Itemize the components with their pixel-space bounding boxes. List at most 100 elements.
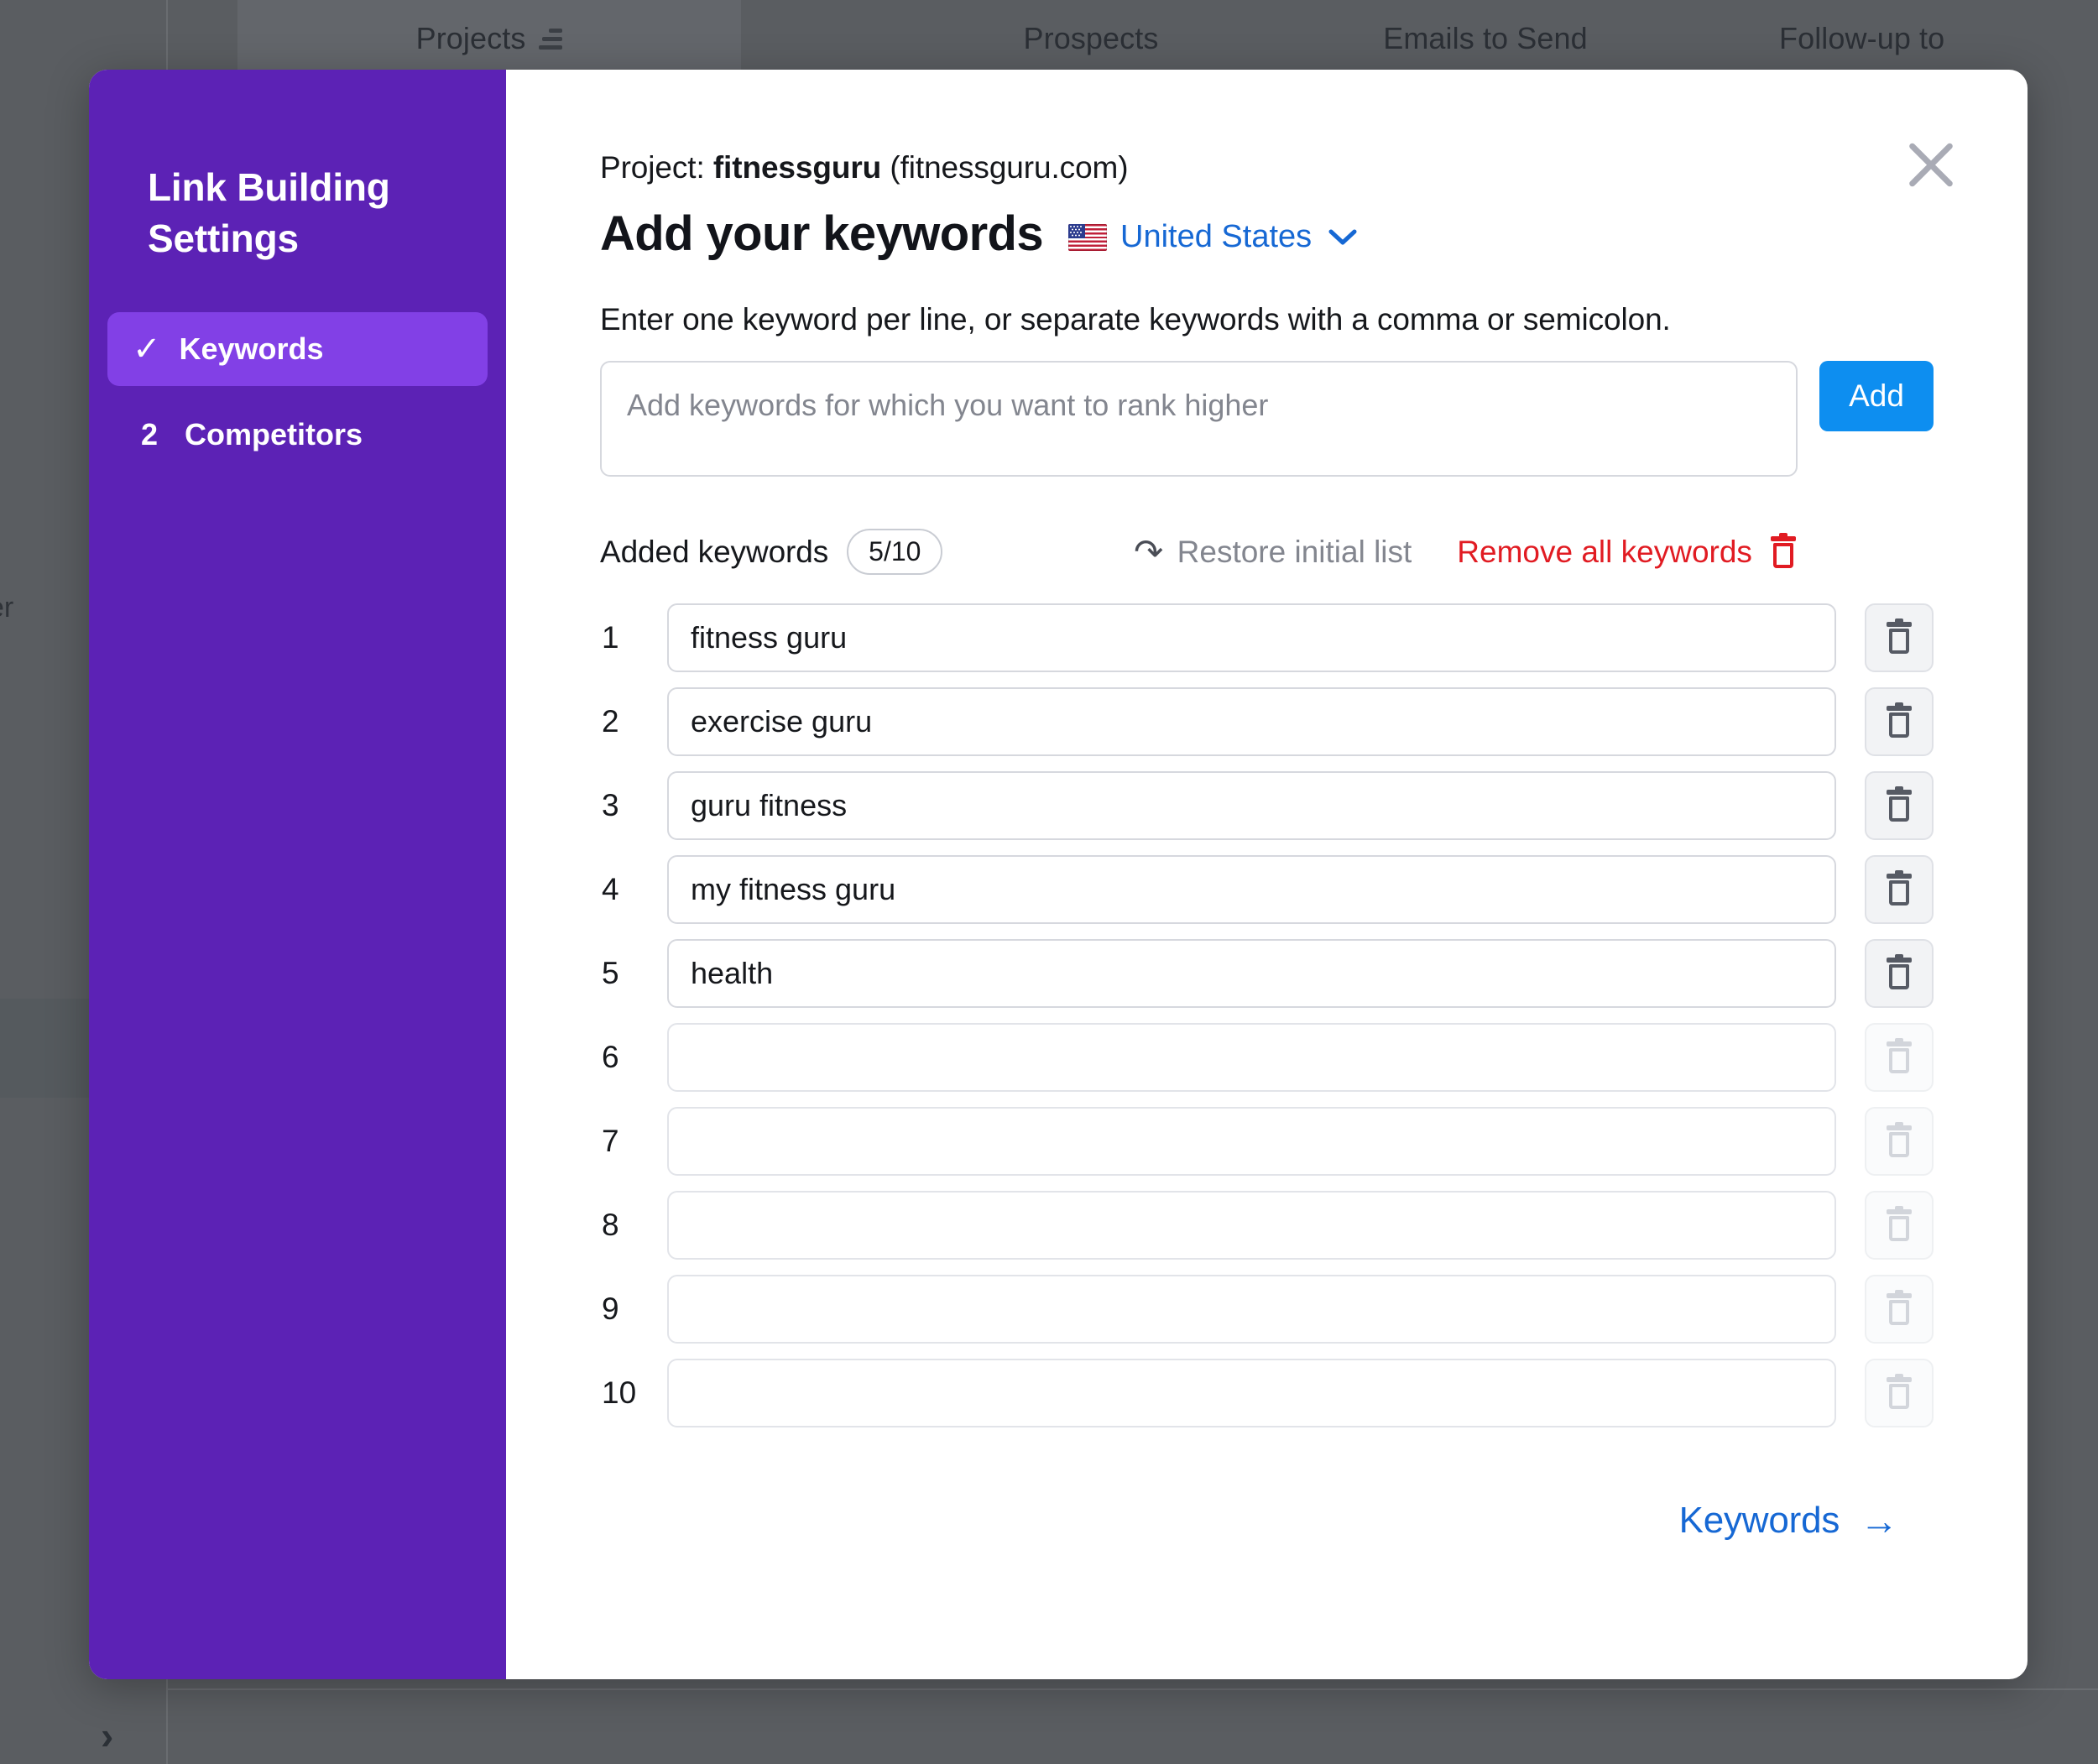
add-button[interactable]: Add	[1819, 361, 1934, 431]
sidebar-item-competitors-label: Competitors	[185, 417, 363, 452]
keyword-row-index: 5	[602, 956, 619, 991]
delete-keyword-button	[1865, 1275, 1934, 1344]
keyword-row: 1	[600, 603, 1934, 673]
keyword-row-index: 4	[602, 872, 619, 907]
footer-actions: Keywords →	[600, 1500, 1934, 1542]
keyword-input[interactable]	[667, 1191, 1836, 1260]
delete-keyword-button[interactable]	[1865, 771, 1934, 841]
undo-icon: ↶	[1134, 531, 1164, 571]
keyword-input[interactable]	[667, 687, 1836, 757]
keyword-row-index: 9	[602, 1292, 619, 1327]
delete-keyword-button	[1865, 1107, 1934, 1177]
keyword-row: 3	[600, 771, 1934, 841]
delete-keyword-button[interactable]	[1865, 939, 1934, 1009]
trash-icon	[1887, 1122, 1912, 1158]
modal-main-panel: Project: fitnessguru (fitnessguru.com) A…	[506, 70, 2028, 1679]
keyword-row-index: 3	[602, 788, 619, 823]
trash-icon	[1887, 1038, 1912, 1074]
check-icon: ✓	[133, 331, 161, 368]
remove-all-keywords-button[interactable]: Remove all keywords	[1457, 532, 1796, 570]
keyword-row: 2	[600, 687, 1934, 757]
trash-icon	[1770, 532, 1796, 568]
keyword-row-index: 2	[602, 704, 619, 739]
delete-keyword-button[interactable]	[1865, 603, 1934, 673]
keyword-count-badge: 5/10	[847, 529, 943, 576]
keyword-input[interactable]	[667, 1275, 1836, 1344]
delete-keyword-button	[1865, 1023, 1934, 1093]
keyword-row-index: 7	[602, 1124, 619, 1159]
keyword-row: 5	[600, 939, 1934, 1009]
sidebar-title: Link Building Settings	[148, 165, 390, 260]
headline-row: Add your keywords United States	[600, 206, 1934, 262]
trash-icon	[1887, 954, 1912, 990]
sidebar-item-competitors[interactable]: 2 Competitors	[107, 398, 488, 472]
trash-icon	[1887, 870, 1912, 906]
step-number-2: 2	[140, 417, 159, 452]
chevron-down-icon	[1328, 219, 1357, 255]
next-step-label: Keywords	[1678, 1500, 1840, 1542]
keyword-row: 9	[600, 1275, 1934, 1344]
project-name: fitnessguru	[712, 150, 882, 185]
sidebar-item-keywords[interactable]: ✓ Keywords	[107, 312, 488, 387]
modal-sidebar: Link Building Settings ✓ Keywords 2 Comp…	[89, 70, 506, 1679]
added-keywords-header: Added keywords 5/10 ↶ Restore initial li…	[600, 529, 1934, 576]
tab-emails-to-send[interactable]: Emails to Send	[1309, 0, 1662, 77]
project-domain: (fitnessguru.com)	[890, 150, 1129, 185]
tab-follow-up-to-label: Follow-up to	[1779, 21, 1945, 55]
tab-emails-to-send-label: Emails to Send	[1383, 21, 1588, 55]
project-line: Project: fitnessguru (fitnessguru.com)	[600, 150, 1934, 185]
tab-prospects-label: Prospects	[1023, 21, 1159, 55]
trash-icon	[1887, 1374, 1912, 1410]
sidebar-item-keywords-label: Keywords	[179, 331, 324, 367]
trash-icon	[1887, 1206, 1912, 1242]
keyword-row: 6	[600, 1023, 1934, 1093]
keyword-row: 7	[600, 1107, 1934, 1177]
trash-icon	[1887, 618, 1912, 655]
keyword-input[interactable]	[667, 1107, 1836, 1177]
keyword-input[interactable]	[667, 855, 1836, 925]
delete-keyword-button[interactable]	[1865, 855, 1934, 925]
list-icon	[539, 28, 563, 50]
tab-projects[interactable]: Projects	[237, 0, 741, 77]
chevron-right-icon[interactable]: ›	[101, 1716, 113, 1755]
keyword-input[interactable]	[667, 1359, 1836, 1428]
tab-prospects[interactable]: Prospects	[923, 0, 1259, 77]
search-input[interactable]	[600, 361, 1798, 477]
keyword-row: 10	[600, 1359, 1934, 1428]
tab-follow-up-to[interactable]: Follow-up to	[1779, 0, 2098, 77]
instructions-text: Enter one keyword per line, or separate …	[600, 302, 1671, 337]
keyword-row-index: 8	[602, 1208, 619, 1243]
keyword-input[interactable]	[667, 1023, 1836, 1093]
background-divider	[168, 1688, 2098, 1690]
trash-icon	[1887, 702, 1912, 738]
arrow-right-icon: →	[1860, 1499, 1898, 1543]
background-topbar: Projects Prospects Emails to Send Follow…	[0, 0, 2098, 77]
remove-all-keywords-label: Remove all keywords	[1457, 534, 1752, 569]
keyword-input[interactable]	[667, 603, 1836, 673]
country-name-label: United States	[1120, 219, 1313, 254]
tab-projects-label: Projects	[415, 21, 526, 55]
background-truncated-text: er	[0, 592, 14, 624]
next-step-keywords-button[interactable]: Keywords →	[1678, 1499, 1899, 1543]
keyword-row-index: 6	[602, 1040, 619, 1075]
keyword-row: 8	[600, 1191, 1934, 1260]
link-building-settings-modal: Link Building Settings ✓ Keywords 2 Comp…	[89, 70, 2028, 1679]
keyword-row: 4	[600, 855, 1934, 925]
keyword-input[interactable]	[667, 939, 1836, 1009]
keyword-rows-list: 1 2 3 4 5 6 7 8 9 10	[600, 603, 1934, 1428]
delete-keyword-button	[1865, 1359, 1934, 1428]
delete-keyword-button[interactable]	[1865, 687, 1934, 757]
keyword-row-index: 1	[602, 620, 619, 655]
keyword-entry-row: Add	[600, 361, 1934, 477]
page-title: Add your keywords	[600, 206, 1044, 261]
keyword-row-index: 10	[602, 1375, 637, 1411]
added-keywords-label: Added keywords	[600, 534, 829, 569]
project-prefix-label: Project:	[600, 150, 705, 185]
close-icon[interactable]	[1897, 130, 1965, 199]
trash-icon	[1887, 1290, 1912, 1326]
restore-initial-list-button[interactable]: ↶ Restore initial list	[1134, 531, 1412, 571]
restore-initial-list-label: Restore initial list	[1177, 534, 1412, 569]
trash-icon	[1887, 786, 1912, 822]
keyword-input[interactable]	[667, 771, 1836, 841]
country-selector[interactable]: United States	[1068, 212, 1357, 255]
